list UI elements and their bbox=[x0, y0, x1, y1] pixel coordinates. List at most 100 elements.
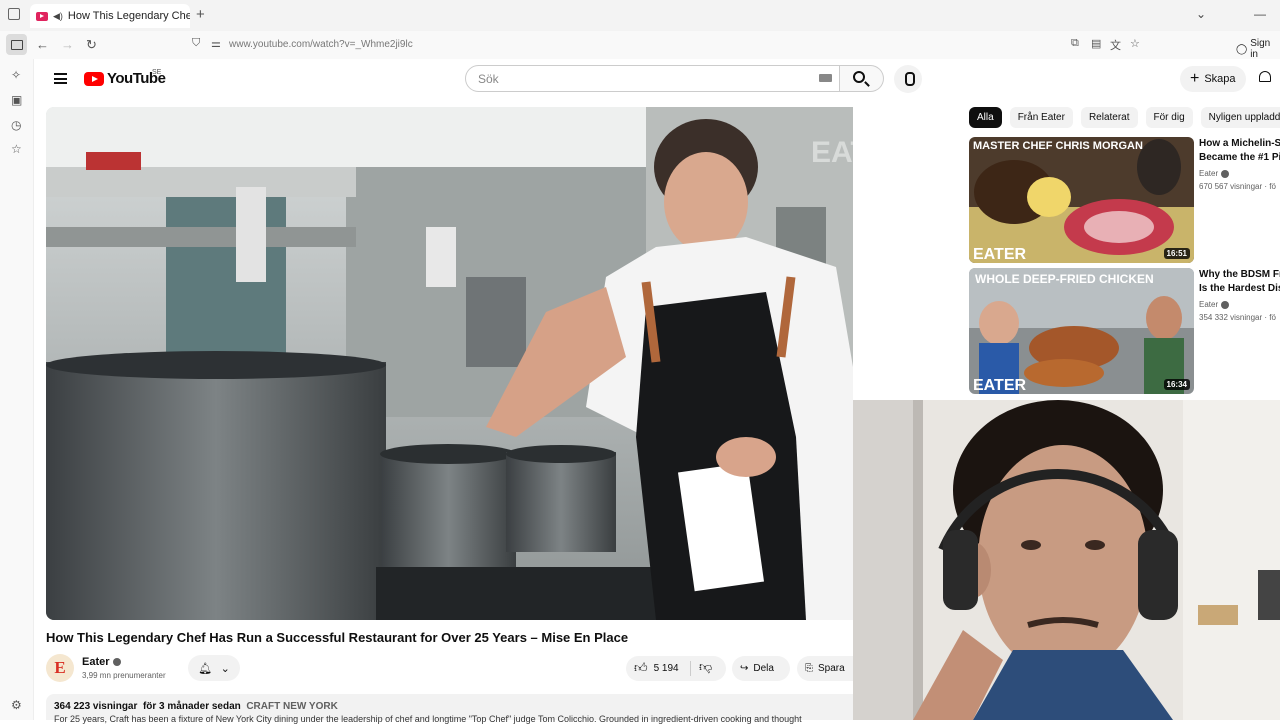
thumbnail-brand: EATER bbox=[973, 246, 1026, 263]
recommendation-channel[interactable]: Eater bbox=[1199, 300, 1230, 309]
youtube-logo-icon bbox=[84, 71, 104, 86]
recommendation-title-line: Is the Hardest Dish bbox=[1199, 283, 1280, 294]
youtube-favicon-icon bbox=[36, 11, 48, 21]
search-button[interactable] bbox=[840, 65, 884, 92]
share-icon: ↪ bbox=[740, 663, 749, 674]
back-icon[interactable]: ← bbox=[36, 37, 49, 52]
chip-all[interactable]: Alla bbox=[969, 107, 1002, 128]
url-field[interactable]: www.youtube.com/watch?v=_Whme2ji9lc bbox=[229, 39, 413, 50]
mic-icon[interactable] bbox=[894, 65, 922, 93]
profile-icon: ◯ bbox=[1236, 43, 1248, 55]
video-watermark: EATER bbox=[811, 136, 853, 169]
recommendation-views: 354 332 visningar · fö bbox=[1199, 313, 1276, 322]
channel-name[interactable]: Eater bbox=[82, 656, 121, 668]
like-divider bbox=[690, 661, 691, 676]
webcam-overlay bbox=[853, 400, 1280, 720]
avatar-letter: E bbox=[54, 658, 66, 677]
bell-icon: 🔔︎ bbox=[198, 662, 213, 675]
search-placeholder: Sök bbox=[478, 71, 499, 86]
recommendation-title-line: How a Michelin-Sta bbox=[1199, 138, 1280, 149]
site-permissions-icon[interactable]: ⚌ bbox=[211, 37, 221, 50]
history-icon[interactable]: ◷ bbox=[11, 118, 21, 132]
channel-name-text: Eater bbox=[82, 656, 110, 668]
video-duration: 16:34 bbox=[1163, 379, 1190, 390]
video-player[interactable]: EATER bbox=[46, 107, 853, 620]
favorites-icon[interactable]: ☆ bbox=[11, 142, 22, 156]
save-label: Spara bbox=[818, 663, 845, 674]
dislike-icon[interactable]: 👎︎ bbox=[699, 659, 712, 675]
recommendation-views: 670 567 visningar · fö bbox=[1199, 182, 1276, 191]
upload-age: för 3 månader sedan bbox=[142, 701, 241, 712]
recommendation-title-line: Became the #1 Pic bbox=[1199, 152, 1280, 163]
chip-for-you[interactable]: För dig bbox=[1145, 107, 1193, 128]
save-icon: ⎘ bbox=[805, 663, 813, 674]
verified-icon bbox=[1221, 169, 1230, 178]
description-text: For 25 years, Craft has been a fixture o… bbox=[54, 714, 802, 724]
subscriber-count: 3,99 mn prenumeranter bbox=[82, 671, 166, 680]
reload-icon[interactable]: ↻ bbox=[86, 37, 97, 53]
create-button[interactable]: + Skapa bbox=[1180, 66, 1246, 92]
recommendation-channel-name: Eater bbox=[1199, 300, 1219, 309]
video-title: How This Legendary Chef Has Run a Succes… bbox=[46, 630, 629, 645]
chip-recently-uploaded[interactable]: Nyligen uppladdat bbox=[1200, 107, 1280, 128]
search-input[interactable]: Sök bbox=[465, 65, 840, 92]
screenshot-icon[interactable]: ⧉ bbox=[1071, 37, 1079, 50]
forward-icon[interactable]: → bbox=[61, 37, 74, 52]
keyboard-icon[interactable] bbox=[819, 74, 832, 82]
channel-avatar[interactable]: E bbox=[46, 654, 74, 682]
recommendation-channel[interactable]: Eater bbox=[1199, 169, 1230, 178]
recommendation-title[interactable]: How a Michelin-Sta Became the #1 Pic bbox=[1199, 137, 1280, 165]
thumbnail-brand: EATER bbox=[973, 377, 1026, 394]
plus-icon: + bbox=[1190, 70, 1200, 87]
tab-list-button[interactable]: ⌄ bbox=[1196, 7, 1206, 21]
favorite-icon[interactable]: ☆ bbox=[1130, 37, 1140, 50]
create-label: Skapa bbox=[1204, 73, 1236, 85]
tab-title: How This Legendary Chef H bbox=[67, 10, 190, 22]
recommendation-channel-name: Eater bbox=[1199, 169, 1219, 178]
sign-in-button[interactable]: ◯ Sign in bbox=[1236, 38, 1280, 60]
save-button[interactable]: ⎘ Spara bbox=[797, 656, 853, 681]
thumbnail-caption: WHOLE DEEP-FRIED CHICKEN bbox=[975, 272, 1154, 286]
browser-side-rail bbox=[0, 59, 34, 720]
new-tab-button[interactable]: + bbox=[196, 6, 205, 23]
video-frame: EATER bbox=[46, 107, 853, 620]
share-button[interactable]: ↪ Dela bbox=[732, 656, 790, 681]
recommendation-title-line: Why the BDSM Frie bbox=[1199, 269, 1280, 280]
chevron-down-icon: ⌄ bbox=[220, 662, 230, 675]
browser-tab-bar: ◀) How This Legendary Chef H × + ⌄ — bbox=[0, 0, 1280, 31]
copilot-icon[interactable]: ✧ bbox=[11, 68, 21, 82]
country-code: SE bbox=[152, 69, 162, 76]
thumbnail-caption: MASTER CHEF CHRIS MORGAN bbox=[973, 140, 1143, 152]
shield-icon[interactable]: ⛉ bbox=[192, 37, 200, 50]
browser-tab[interactable]: ◀) How This Legendary Chef H × bbox=[30, 4, 190, 28]
sign-in-label: Sign in bbox=[1250, 38, 1271, 60]
tabs-icon[interactable] bbox=[8, 8, 20, 20]
recommendation-title[interactable]: Why the BDSM Frie Is the Hardest Dish bbox=[1199, 268, 1280, 296]
translate-icon[interactable]: 文 bbox=[1110, 37, 1121, 53]
recommendation-thumbnail[interactable]: WHOLE DEEP-FRIED CHICKEN EATER 16:34 bbox=[969, 268, 1194, 394]
recommendation-item[interactable]: WHOLE DEEP-FRIED CHICKEN EATER 16:34 Why… bbox=[969, 268, 1280, 394]
like-button[interactable]: 👍︎ 5 194 bbox=[634, 660, 679, 676]
recommendation-item[interactable]: MASTER CHEF CHRIS MORGAN EATER 16:51 How… bbox=[969, 137, 1280, 263]
search-icon bbox=[853, 71, 865, 83]
chip-from-eater[interactable]: Från Eater bbox=[1009, 107, 1073, 128]
verified-icon bbox=[1221, 300, 1230, 309]
reader-icon[interactable]: ▤ bbox=[1091, 37, 1101, 50]
minimize-button[interactable]: — bbox=[1254, 7, 1266, 21]
like-count: 5 194 bbox=[653, 662, 679, 674]
sidebar-toggle-icon[interactable] bbox=[6, 34, 27, 55]
recommendation-thumbnail[interactable]: MASTER CHEF CHRIS MORGAN EATER 16:51 bbox=[969, 137, 1194, 263]
filter-chips: Alla Från Eater Relaterat För dig Nylige… bbox=[969, 107, 1280, 128]
chip-related[interactable]: Relaterat bbox=[1080, 107, 1138, 128]
settings-icon[interactable]: ⚙ bbox=[11, 698, 22, 712]
menu-icon[interactable] bbox=[54, 73, 67, 84]
like-icon: 👍︎ bbox=[634, 660, 648, 675]
collections-icon[interactable]: ▣ bbox=[11, 93, 22, 107]
video-duration: 16:51 bbox=[1163, 248, 1190, 259]
share-label: Dela bbox=[753, 663, 774, 674]
verified-icon bbox=[112, 658, 121, 666]
subscription-bell-button[interactable]: 🔔︎ ⌄ bbox=[188, 655, 240, 681]
bell-icon[interactable] bbox=[1258, 70, 1272, 86]
speaker-icon[interactable]: ◀) bbox=[53, 11, 63, 22]
hashtag[interactable]: CRAFT NEW YORK bbox=[246, 701, 337, 712]
